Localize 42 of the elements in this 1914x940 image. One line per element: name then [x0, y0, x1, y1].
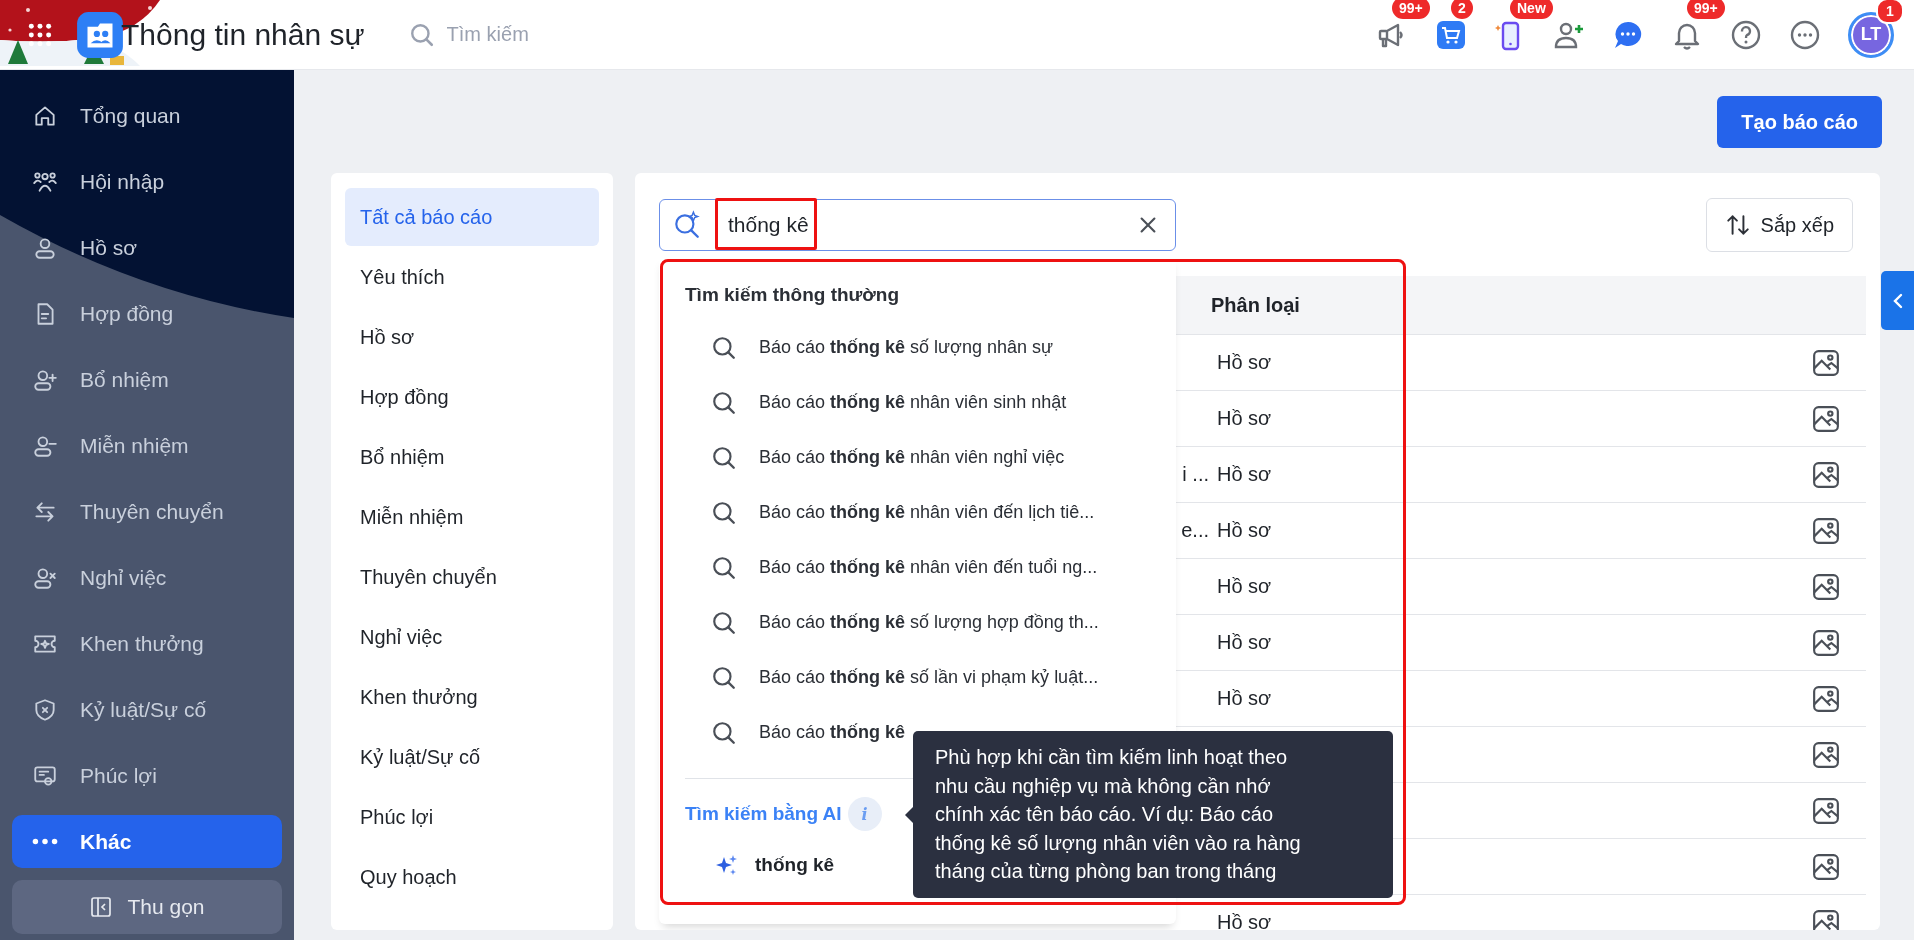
suggestion-label: Báo cáo thống kê số lượng hợp đồng th...: [759, 612, 1099, 633]
suggestion-label: Báo cáo thống kê số lượng nhân sự: [759, 337, 1054, 358]
suggestion-label: Báo cáo thống kê nhân viên sinh nhật: [759, 392, 1067, 413]
table-cell: e...: [1181, 519, 1209, 542]
column-header: Phân loại: [1210, 293, 1300, 317]
sidebar-item-label: Tổng quan: [80, 103, 181, 128]
notification-badge: New: [1510, 0, 1553, 19]
table-cell: Hồ sơ: [1217, 463, 1272, 485]
sidebar-item-label: Hội nhập: [80, 169, 165, 194]
table-cell: Hồ sơ: [1217, 687, 1272, 709]
table-cell: Hồ sơ: [1217, 631, 1272, 653]
notification-badge: 2: [1451, 0, 1473, 19]
notification-badge: 99+: [1687, 0, 1725, 19]
sidebar-item-label: Kỷ luật/Sự cố: [80, 697, 207, 722]
sidebar-item-label: Khen thưởng: [80, 631, 204, 656]
sidebar-item-label: Miễn nhiệm: [80, 433, 189, 458]
section-heading: Tìm kiếm thông thường: [685, 284, 901, 306]
table-cell: Hồ sơ: [1217, 575, 1272, 597]
notification-badge: 99+: [1392, 0, 1430, 19]
suggestion-label: Báo cáo thống kê nhân viên nghỉ việc: [759, 447, 1065, 468]
sort-label: Sắp xếp: [1760, 213, 1834, 237]
sidebar-item-label: Hợp đồng: [80, 301, 174, 326]
notification-badge: 1: [1876, 0, 1904, 24]
sidebar-item-label: Khác: [80, 829, 132, 854]
suggestion-label: Báo cáo thống kê nhân viên đến tuổi ng...: [759, 557, 1098, 578]
sidebar-item-label: Thuyên chuyển: [80, 499, 224, 524]
suggestion-label: Báo cáo thống kê: [759, 722, 906, 743]
suggestion-label: thống kê: [755, 853, 835, 876]
table-cell: Hồ sơ: [1217, 911, 1272, 930]
table-cell: Hồ sơ: [1217, 351, 1272, 373]
tooltip-text: Phù hợp khi cần tìm kiếm linh hoạt theo nhu cầu nghiệp vụ mà không cần nhớ chính xác tên báo cáo. Ví dụ: Báo cáo thống kê số lượng nhân viên vào ra hàng tháng của từng phòng ban trong tháng: [935, 745, 1302, 884]
sidebar-item-label: Nghỉ việc: [80, 565, 167, 590]
sidebar-item-label: Hồ sơ: [80, 235, 137, 260]
table-cell: Hồ sơ: [1217, 407, 1272, 429]
table-cell: i ...: [1182, 463, 1209, 486]
suggestion-label: Báo cáo thống kê số lần vi phạm kỷ luật...: [759, 667, 1099, 688]
collapse-label: Thu gọn: [127, 895, 205, 919]
section-heading: Tìm kiếm bằng AI: [685, 803, 842, 825]
sidebar-item-label: Bổ nhiệm: [80, 367, 169, 392]
table-cell: Hồ sơ: [1217, 519, 1272, 541]
suggestion-label: Báo cáo thống kê nhân viên đến lịch tiê...: [759, 502, 1095, 523]
sidebar-item-label: Phúc lợi: [80, 763, 157, 788]
